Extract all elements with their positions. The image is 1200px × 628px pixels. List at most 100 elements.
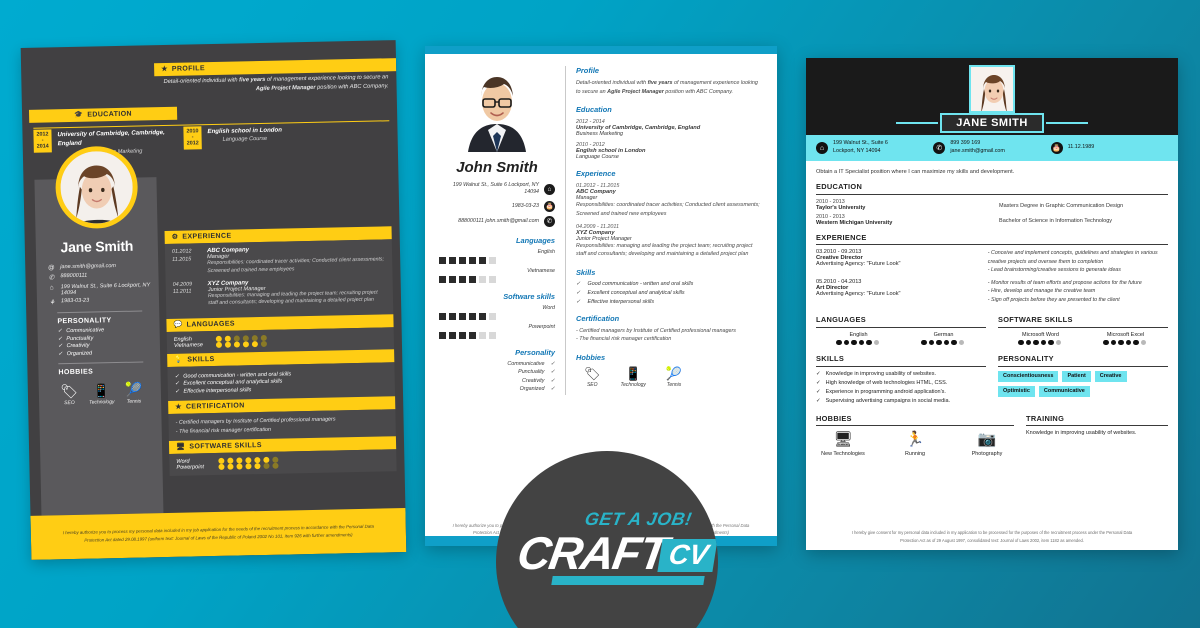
r2-experience-heading: Experience <box>576 169 616 179</box>
r3-skill-item: ✓ High knowledge of web technologies HTML… <box>816 379 948 386</box>
r3-hobby-photography: 📷 Photography <box>960 431 1014 457</box>
r3-personality-tag: Optimistic <box>998 385 1035 397</box>
r3-skill-item: ✓ Supervising advertising campaigns in so… <box>816 397 951 404</box>
r1-personality-item: ✓ Communicative <box>57 327 105 335</box>
r2-hobbies-heading: Hobbies <box>576 353 606 363</box>
r2-profile-text: Detail-oriented individual with five yea… <box>576 80 758 95</box>
r1-name: Jane Smith <box>60 237 134 256</box>
star-icon: ★ <box>161 65 168 74</box>
r1-profile-text: Detail-oriented individual with five yea… <box>163 74 389 93</box>
r2-language-label: Vietnamese <box>527 267 555 274</box>
phone-icon: ✆ <box>544 215 555 227</box>
r3-personality-tag: Patient <box>1062 370 1091 382</box>
tag-icon: 🏷 <box>60 382 79 399</box>
r2-hobby-seo: 🏷 SEO <box>584 366 601 389</box>
r3-experience-item: 03.2010 - 09.2013 Creative Director Adve… <box>816 249 1158 274</box>
r3-personality-tag: Creative <box>1094 370 1127 382</box>
r3-personality-tag: Conscientiousness <box>998 370 1059 382</box>
r3-software-heading: SOFTWARE SKILLS <box>998 315 1168 328</box>
r3-education-item: 2010 - 2013 Taylor's University Masters … <box>816 198 1124 211</box>
gears-icon: ⚙ <box>171 233 179 241</box>
r1-left-column: Jane Smith @ jane.smith@gmail.com ✆ 888000… <box>34 145 164 516</box>
r1-hobby-technology: 📱 Technology <box>89 381 115 406</box>
r3-skill-item: ✓ Experience in programming android appli… <box>816 388 946 395</box>
divider <box>58 360 144 364</box>
r2-personality-heading: Personality <box>515 347 555 357</box>
logo-cv-box: CV <box>657 539 718 572</box>
r2-contact-birthday: 1983-03-23 🎂 <box>511 200 555 212</box>
home-icon: ⌂ <box>49 283 54 291</box>
r1-contact-phone[interactable]: ✆ 888000111 <box>47 271 150 282</box>
r2-top-accent-bar <box>425 46 777 54</box>
email-icon: @ <box>47 263 55 271</box>
r2-contact-phone[interactable]: 888000111 john.smith@gmail.com ✆ <box>439 215 555 227</box>
r3-language-item: English <box>816 332 901 348</box>
r2-hobby-tennis: 🎾 Tennis <box>665 366 683 389</box>
r3-skills-heading: SKILLS <box>816 354 986 367</box>
check-icon: ✓ <box>576 289 581 296</box>
r3-software-list: Microsoft Word Microsoft Excel <box>998 332 1168 348</box>
r2-personality-item: Punctuality ✓ <box>518 369 555 376</box>
r1-contact-email[interactable]: @ jane.smith@gmail.com <box>47 262 150 271</box>
r3-software-item: Microsoft Excel <box>1083 332 1168 348</box>
r3-footer-disclaimer: I hereby give consent for my personal da… <box>851 530 1133 543</box>
r1-hobbies-list: 🏷 SEO 📱 Technology 🎾 Tennis <box>50 377 154 406</box>
resume-template-dark-yellow[interactable]: ★ PROFILE Detail-oriented individual wit… <box>20 40 407 560</box>
r1-contact-list: @ jane.smith@gmail.com ✆ 888000111 ⌂ 199 Wa… <box>47 259 153 406</box>
avatar <box>969 65 1015 113</box>
lightbulb-icon: 💡 <box>174 356 184 365</box>
birthday-icon: 🎂 <box>1050 142 1063 154</box>
r1-personality-item: ✓ Punctuality <box>57 335 94 342</box>
r2-software-label: Powerpoint <box>528 323 556 330</box>
r1-personality-item: ✓ Creativity <box>57 342 90 350</box>
logo-word-cv: CV <box>667 539 711 570</box>
r2-skill-item: ✓ Effective interpersonal skills <box>576 298 655 305</box>
r2-language-label: English <box>537 248 555 255</box>
speech-bubble-icon: 💬 <box>173 321 183 330</box>
r1-hobbies-heading: HOBBIES <box>58 368 94 376</box>
r3-training-text: Knowledge in improving usability of webs… <box>1026 430 1137 437</box>
r2-software-heading: Software skills <box>503 291 555 301</box>
check-icon: ✓ <box>57 343 63 350</box>
r3-hobbies-list: 🖥 New Technologies 🏃 Running 📷 Photography <box>816 431 1014 457</box>
resume-template-cyan-dark[interactable]: JANE SMITH ⌂ 199 Walnut St., Suite 6 Lock… <box>806 58 1178 550</box>
birthday-icon: ⚘ <box>49 299 56 307</box>
check-icon: ✓ <box>174 373 180 380</box>
r3-hobby-new-technologies: 🖥 New Technologies <box>816 431 870 457</box>
check-icon: ✓ <box>174 380 180 388</box>
r3-header: JANE SMITH <box>806 58 1178 135</box>
check-icon: ✓ <box>58 350 63 357</box>
r3-languages-heading: LANGUAGES <box>816 315 986 328</box>
check-icon: ✓ <box>576 280 581 287</box>
check-icon: ✓ <box>816 370 821 377</box>
r2-language-level <box>439 256 555 264</box>
graduation-cap-icon: 🎓 <box>74 111 84 119</box>
r2-experience-item: 04.2009 - 11.2011 XYZ Company Junior Pro… <box>576 223 753 258</box>
r1-personality-item: ✓ Organized <box>58 350 93 357</box>
running-icon: 🏃 <box>905 431 925 449</box>
r2-personality-item: Creativity ✓ <box>522 377 555 384</box>
r3-personality-heading: PERSONALITY <box>998 354 1168 367</box>
r3-personality-tags: Conscientiousness Patient Creative Optimist… <box>998 370 1168 401</box>
r2-certification-item: - The financial risk manager certificati… <box>576 336 672 343</box>
r1-footer-disclaimer: I hereby authorize you to process my per… <box>30 508 407 560</box>
tennis-racket-icon: 🎾 <box>665 366 683 382</box>
r3-education-item: 2010 - 2013 Western Michigan University … <box>816 213 1113 226</box>
r2-skill-item: ✓ Excellent conceptual and analytical ski… <box>576 289 685 296</box>
r2-hobby-technology: 📱 Technology <box>620 366 646 389</box>
mobile-icon: 📱 <box>625 366 642 382</box>
r2-software-level <box>439 312 555 320</box>
r3-contact-bar: ⌂ 199 Walnut St., Suite 6 Lockport, NY 14… <box>806 135 1178 161</box>
check-icon: ✓ <box>816 397 821 404</box>
photo-woman <box>971 67 1013 111</box>
promo-banner: ★ PROFILE Detail-oriented individual wit… <box>0 0 1200 628</box>
r3-contact-birthday: 🎂 11.12.1989 <box>1050 142 1168 154</box>
r3-contact-phone[interactable]: ✆ 899 399 169 jane.smith@gmail.com <box>933 140 1050 156</box>
r1-profile-label: PROFILE <box>171 65 206 73</box>
r1-hobby-tennis: 🎾 Tennis <box>124 381 143 405</box>
r2-profile-heading: Profile <box>576 66 599 75</box>
r1-experience-item: 04.2009 11.2011 XYZ Company Junior Projec… <box>172 279 378 307</box>
r2-education-item: 2010 - 2012 English school in London Lan… <box>576 142 646 161</box>
r2-personality-item: Communicative ✓ <box>507 360 555 367</box>
home-icon: ⌂ <box>544 183 555 195</box>
